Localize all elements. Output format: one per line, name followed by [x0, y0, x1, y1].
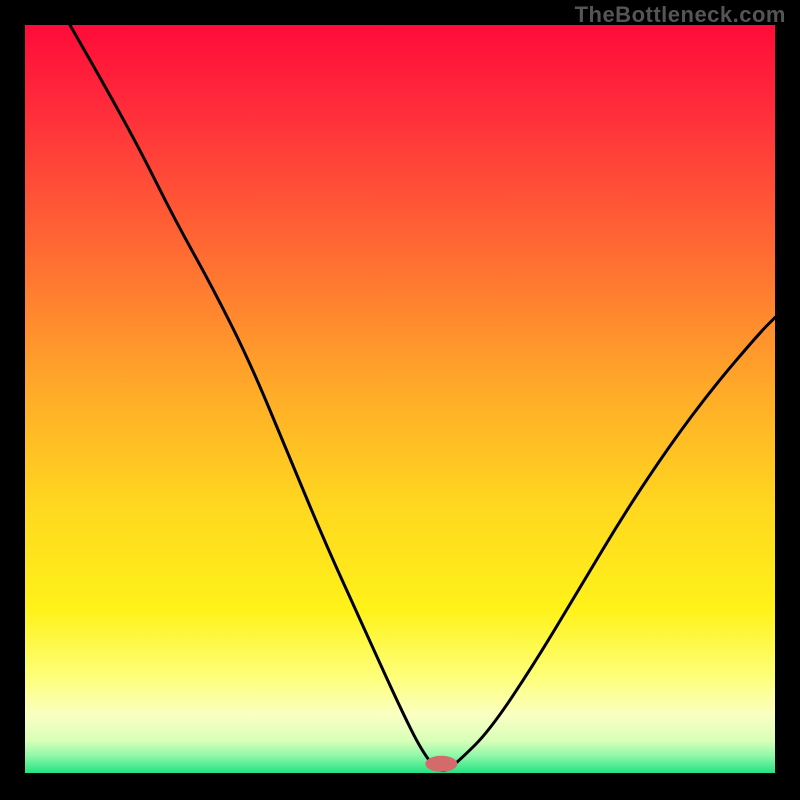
gradient-background: [25, 25, 775, 775]
chart-frame: TheBottleneck.com: [0, 0, 800, 800]
chart-svg: [25, 25, 775, 775]
optimum-marker: [425, 756, 457, 772]
chart-plot-area: [25, 25, 775, 775]
